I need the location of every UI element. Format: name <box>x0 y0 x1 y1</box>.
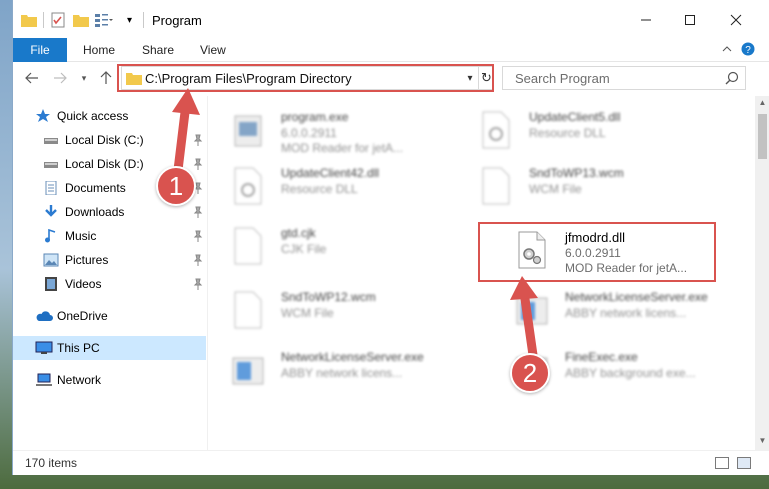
step-2-callout: 2 <box>510 353 550 393</box>
step-1-callout: 1 <box>156 166 196 206</box>
annotation-arrows <box>172 88 538 360</box>
